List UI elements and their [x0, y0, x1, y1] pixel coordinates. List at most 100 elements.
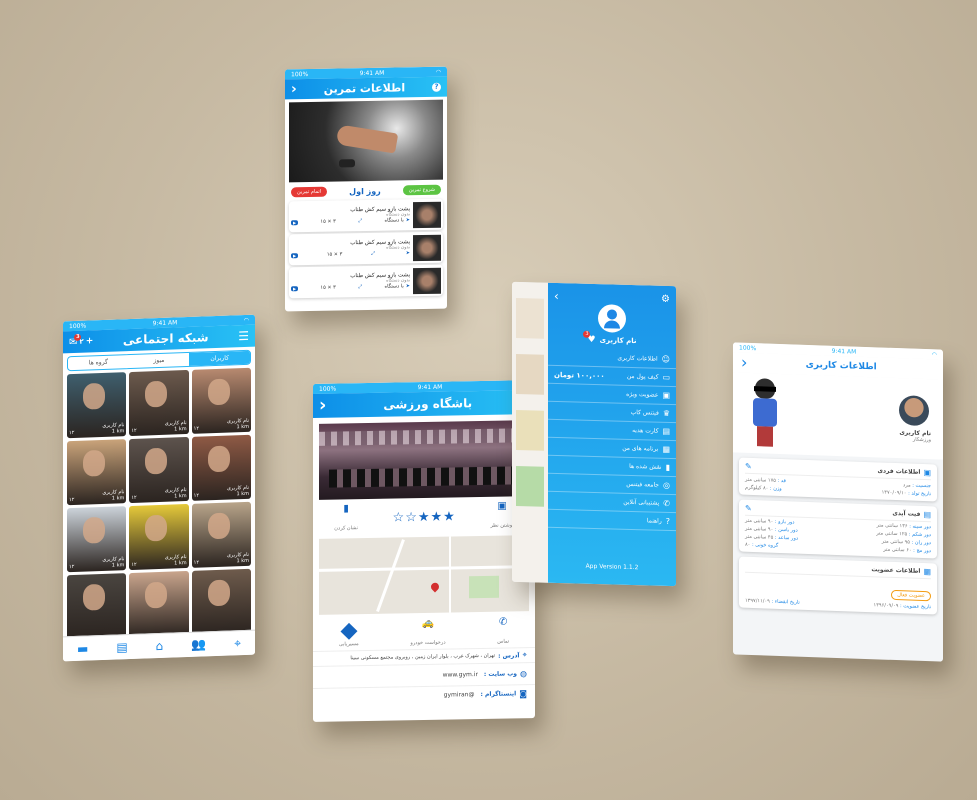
photo-count: ۱۲: [69, 496, 75, 504]
taxi-action[interactable]: 🚕 درخواست خودرو: [410, 618, 445, 649]
tab-groups[interactable]: گروه ها: [68, 355, 129, 370]
folder-icon[interactable]: ▬: [77, 641, 88, 655]
gear-icon[interactable]: ⚙: [661, 293, 670, 304]
call-action[interactable]: ✆ تماس: [497, 617, 509, 647]
write-review-action[interactable]: ▣ نوشتن نظر: [490, 500, 513, 530]
menu-item[interactable]: ? راهنما: [548, 509, 676, 532]
user-face: [207, 579, 230, 607]
distance: 1 km: [236, 557, 249, 565]
user-tile[interactable]: نام کاربری ۱۲ 1 km: [67, 439, 127, 506]
user-tile[interactable]: نام کاربری ۱۲ 1 km: [191, 501, 251, 568]
gym-equipment: [329, 466, 519, 488]
address-text: تهران ، شهرک غرب ، بلوار ایران زمین ، رو…: [350, 652, 496, 662]
finish-button[interactable]: اتمام تمرین: [291, 186, 328, 198]
user-face: [83, 449, 106, 477]
avatar[interactable]: [598, 304, 626, 333]
video-icon[interactable]: ▶: [291, 252, 299, 258]
fit-label: دور سینه :: [909, 523, 931, 531]
fit-value: ۶۰ سانتی متر: [883, 546, 912, 554]
fit-icon: ▤: [923, 509, 931, 520]
back-icon[interactable]: ‹: [741, 353, 747, 372]
user-icon: [607, 309, 617, 320]
exercise-item[interactable]: پشت بازو سیم کش طناب بدون دستگاه ➤ با دستگا…: [289, 198, 443, 233]
tab-muse[interactable]: میوز: [129, 353, 190, 368]
map-view[interactable]: [319, 535, 529, 615]
user-tile[interactable]: نام کاربری ۱۲ 1 km: [191, 434, 251, 501]
map-road: [319, 565, 529, 572]
profile-photo[interactable]: [899, 394, 930, 426]
video-icon[interactable]: ▶: [291, 219, 299, 225]
page-title: اطلاعات تمرین: [323, 80, 406, 96]
workout-photo: [289, 99, 443, 183]
menu-icon[interactable]: ☰: [238, 329, 249, 343]
photo-count: ۱۲: [193, 559, 200, 566]
gift-card-icon: ▤: [662, 426, 670, 436]
edit-icon[interactable]: ✎: [745, 504, 752, 513]
personal-card: ▣ اطلاعات فردی ✎ جنسیت : مرد قد : ۱۷۵ سان…: [739, 457, 937, 502]
fit-label: دور ران :: [911, 539, 931, 547]
user-tile[interactable]: [129, 570, 189, 638]
back-icon[interactable]: ‹: [554, 289, 559, 303]
user-icon-body: [604, 320, 620, 329]
expand-icon[interactable]: ⤢: [371, 251, 375, 257]
user-tile[interactable]: نام کاربری ۱۲ 1 km: [67, 506, 127, 573]
heart-icon[interactable]: ♥ 3: [583, 330, 596, 345]
weight-value: ۸۰ کیلوگرم: [745, 484, 769, 492]
instagram-icon: ◙: [519, 689, 527, 699]
bg-tile: [516, 465, 544, 507]
bg-tile: [516, 297, 544, 339]
expand-icon[interactable]: ⤢: [358, 284, 362, 290]
add-user-icon[interactable]: +: [86, 336, 94, 346]
user-tile[interactable]: نام کاربری ۱۲ 1 km: [129, 436, 189, 504]
home-icon[interactable]: ⌂: [156, 639, 164, 653]
people-icon[interactable]: 👥: [191, 637, 206, 652]
battery-text: 100%: [319, 385, 337, 393]
exercise-item[interactable]: پشت بازو سیم کش طناب بدون دستگاه ➤ با دستگا…: [289, 264, 443, 299]
fit-value: ۹۵ سانتی متر: [881, 538, 910, 546]
help-icon[interactable]: ?: [432, 82, 441, 92]
user-tile[interactable]: [191, 568, 251, 635]
user-tile[interactable]: نام کاربری ۱۲ 1 km: [191, 367, 251, 434]
route-action[interactable]: مسیریابی: [339, 622, 359, 647]
shoe-icon: ➤: [405, 217, 410, 224]
shoe-icon: ➤: [405, 250, 410, 257]
user-face: [145, 447, 168, 475]
video-icon[interactable]: ▶: [291, 285, 299, 291]
edit-icon[interactable]: ✎: [745, 462, 752, 471]
website-link[interactable]: www.gym.ir: [443, 671, 478, 679]
header-actions: + ۲ ✉ 3: [69, 333, 94, 348]
back-icon[interactable]: ‹: [291, 81, 297, 97]
time-text: 9:41 AM: [359, 69, 385, 77]
mail-icon[interactable]: ✉ 3: [69, 333, 82, 348]
card-icon[interactable]: ▤: [116, 640, 127, 654]
page-title: باشگاه ورزشی: [383, 396, 473, 412]
user-face: [207, 378, 230, 406]
user-face: [145, 581, 168, 609]
help-icon: ?: [665, 516, 670, 526]
user-tile[interactable]: نام کاربری ۱۲ 1 km: [67, 372, 127, 439]
start-button[interactable]: شروع تمرین: [402, 184, 441, 196]
expand-icon[interactable]: ⤢: [358, 218, 362, 224]
user-tile[interactable]: [67, 573, 127, 640]
distance: 1 km: [111, 428, 125, 435]
location-icon[interactable]: ⌖: [234, 636, 241, 651]
instagram-link[interactable]: @gymiran: [444, 691, 475, 699]
exercise-sets: ۳ × ۱۵: [326, 251, 343, 258]
user-tile[interactable]: نام کاربری ۱۲ 1 km: [129, 503, 189, 571]
instagram-row[interactable]: ◙ اینستاگرام : @gymiran: [313, 684, 535, 706]
battery-text: 100%: [291, 70, 309, 78]
rating-stars[interactable]: ★★★☆☆: [393, 509, 456, 525]
gym-screen: 100% 9:41 AM ◠ باشگاه ورزشی ‹ ▣ نوشتن نظ…: [313, 380, 535, 722]
photo-count: ۱۲: [131, 427, 137, 434]
tab-users[interactable]: کاربران: [189, 350, 250, 366]
exercise-sets: ۳ × ۱۵: [320, 218, 336, 225]
menu-item-label: پشتیبانی آنلاین: [623, 498, 660, 507]
user-tile[interactable]: نام کاربری ۱۲ 1 km: [129, 369, 189, 437]
bookmark-action[interactable]: ▮ نشان کردن: [334, 503, 358, 533]
social-screen: 100% 9:41 AM ◠ ☰ شبکه اجتماعی + ۲ ✉ 3 کار…: [63, 314, 255, 662]
exercise-item[interactable]: پشت بازو سیم کش طناب بدون دستگاه ➤ ⤢ ۳ × ۱۵ ▶: [289, 231, 443, 266]
back-icon[interactable]: ‹: [319, 395, 326, 416]
drawer-username-row: ♥ 3 نام کاربری: [548, 330, 676, 347]
menu-item-label: کیف پول من: [626, 372, 659, 381]
map-actions: ✆ تماس 🚕 درخواست خودرو مسیریابی: [313, 615, 535, 651]
